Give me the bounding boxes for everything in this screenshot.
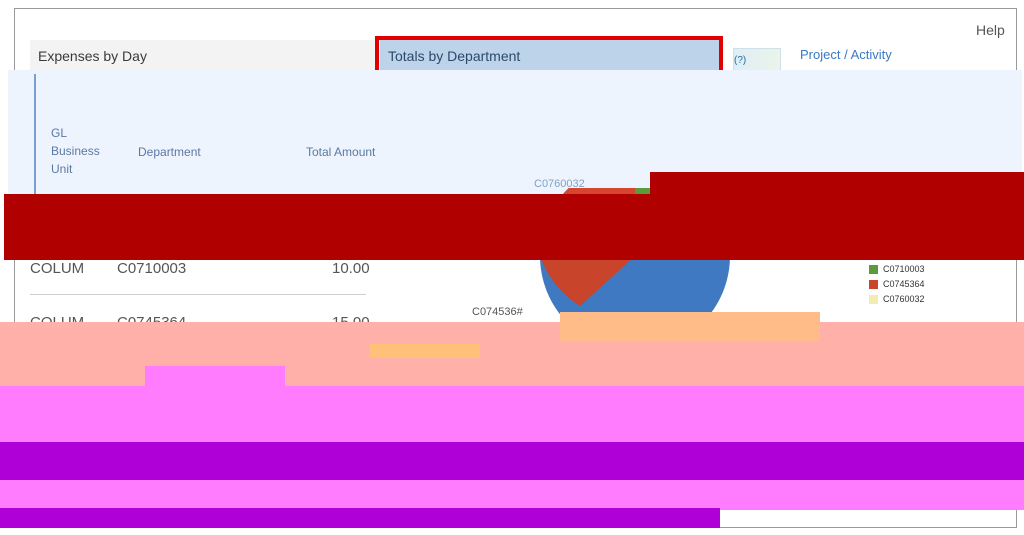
row-1-unit: COLUM xyxy=(30,260,85,277)
tab-expenses-by-day[interactable]: Expenses by Day xyxy=(30,40,370,72)
tab-totals-by-department[interactable]: Totals by Department xyxy=(380,40,720,72)
panel-divider xyxy=(34,74,36,194)
help-link[interactable]: Help xyxy=(976,22,1005,38)
legend-swatch xyxy=(869,265,878,274)
column-header-department[interactable]: Department xyxy=(138,143,201,161)
orange-occlusion xyxy=(560,312,820,342)
magenta-occlusion-band xyxy=(0,386,1024,442)
row-1-department: C0710003 xyxy=(117,260,187,277)
column-header-gl-business-unit[interactable]: GL Business Unit xyxy=(51,124,111,178)
legend-swatch xyxy=(869,280,878,289)
tab-project-activity[interactable]: Project / Activity xyxy=(800,47,892,62)
purple-occlusion-band xyxy=(0,442,1024,482)
orange-occlusion-small xyxy=(370,344,480,358)
legend-item: C0745364 xyxy=(869,277,925,291)
legend-label: C0710003 xyxy=(883,264,925,274)
legend-item: C0760032 xyxy=(869,292,925,306)
pie-callout-left: C074536# xyxy=(472,306,523,318)
row-separator xyxy=(30,294,366,295)
magenta-occlusion-band-2 xyxy=(0,480,1024,510)
column-header-total-amount[interactable]: Total Amount xyxy=(306,143,375,161)
page: Help Expenses by Day Totals by Departmen… xyxy=(0,0,1024,535)
legend-label: C0745364 xyxy=(883,279,925,289)
legend-label: C0760032 xyxy=(883,294,925,304)
magenta-occlusion-small xyxy=(145,366,285,386)
legend-item: C0710003 xyxy=(869,262,925,276)
chart-legend: C0710003 C0745364 C0760032 xyxy=(869,262,925,307)
red-occlusion-right xyxy=(650,172,1024,260)
row-1-amount: 10.00 xyxy=(332,260,370,277)
legend-swatch xyxy=(869,295,878,304)
purple-occlusion-band-2 xyxy=(0,508,720,528)
